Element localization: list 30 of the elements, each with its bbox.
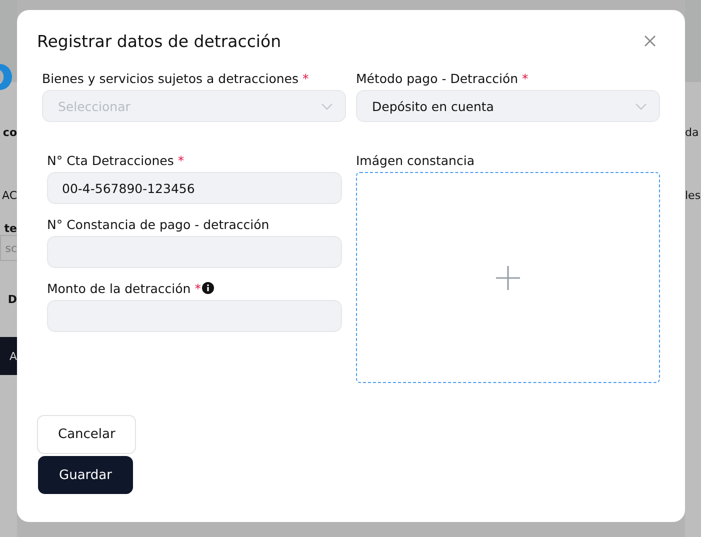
logo-icon [0, 62, 12, 92]
plus-icon [496, 266, 520, 290]
required-asterisk: * [522, 70, 528, 86]
input-field[interactable]: 00-4-567890-123456 [47, 172, 342, 204]
field-label: Imágen constancia [356, 152, 474, 168]
field-label: Método pago - Detracción [356, 70, 518, 86]
column-heading: co [2, 126, 17, 138]
image-dropzone[interactable] [356, 172, 660, 383]
field-label: te [4, 222, 17, 235]
chevron-down-icon [635, 102, 647, 110]
required-asterisk: * [178, 152, 184, 168]
table-cell: AC [2, 189, 17, 202]
input-field[interactable] [47, 236, 342, 268]
field-label: N° Cta Detracciones [47, 152, 174, 168]
required-asterisk: * [194, 280, 201, 296]
table-cell: les [685, 189, 701, 202]
save-button[interactable]: Guardar [38, 456, 133, 494]
column-heading: D [8, 292, 17, 306]
select-field[interactable]: Depósito en cuenta [356, 90, 660, 122]
field-label: Monto de la detracción [47, 280, 191, 296]
input-field[interactable] [47, 300, 342, 332]
required-asterisk: * [302, 70, 309, 86]
field-label: N° Constancia de pago - detracción [47, 216, 270, 232]
dark-button[interactable]: A [0, 337, 17, 375]
column-heading: da [685, 126, 699, 138]
field-label: Bienes y servicios sujetos a detracciones [42, 70, 298, 86]
chevron-down-icon [321, 102, 333, 110]
close-icon[interactable] [643, 34, 657, 48]
cancel-button[interactable]: Cancelar [37, 415, 136, 454]
dialog-title: Registrar datos de detracción [37, 32, 282, 50]
